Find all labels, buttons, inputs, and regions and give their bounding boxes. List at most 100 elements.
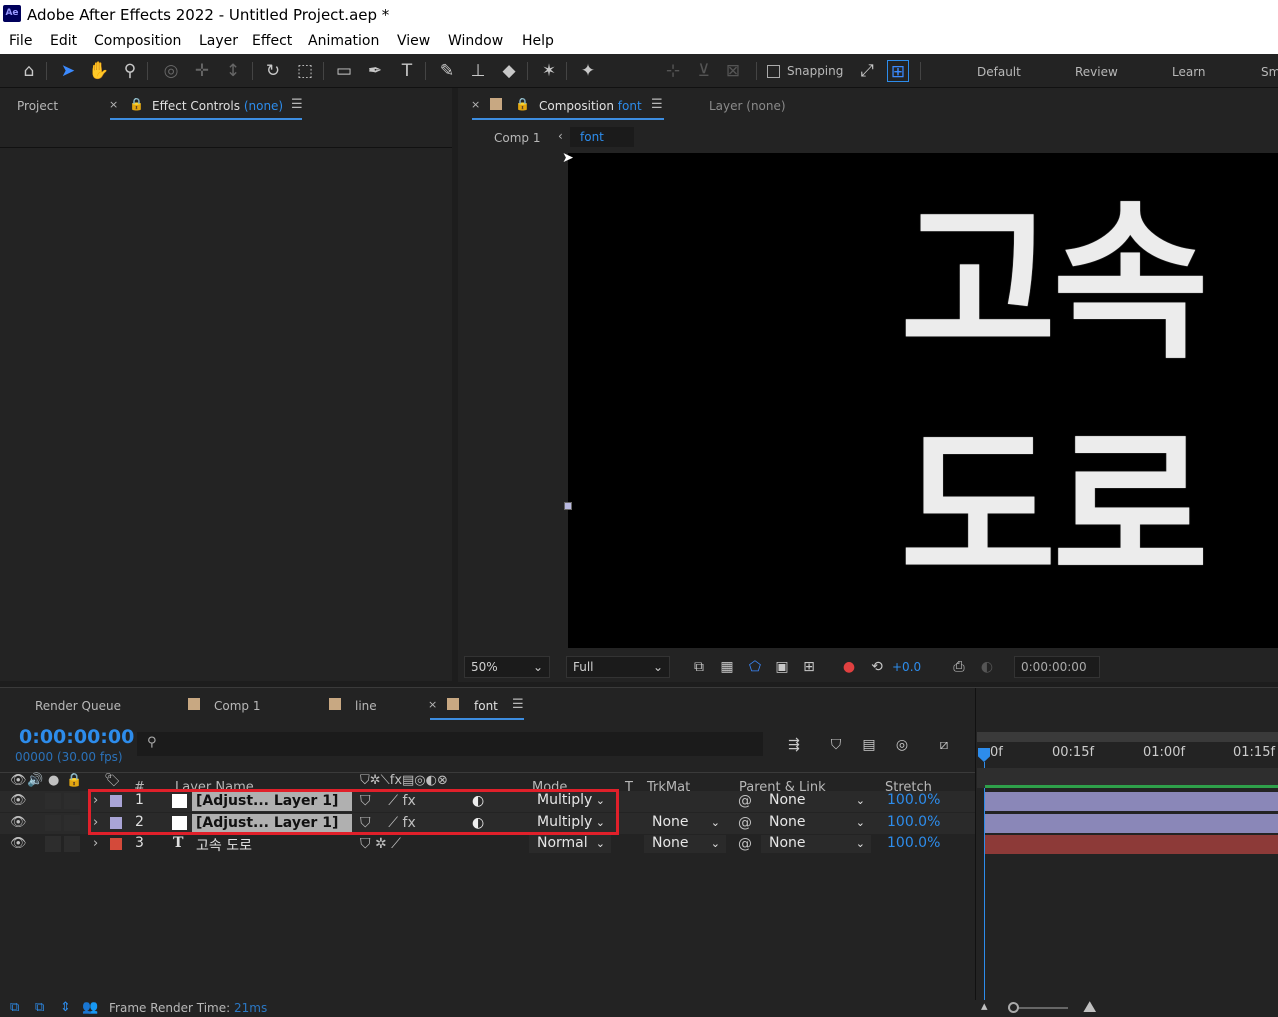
snapshot-icon[interactable]: ⎙	[950, 658, 968, 676]
trkmat-dropdown[interactable]: None ⌄	[644, 835, 726, 853]
parent-dropdown[interactable]: None ⌄	[761, 792, 871, 810]
parent-dropdown[interactable]: None ⌄	[761, 814, 871, 832]
roto-brush-icon[interactable]: ✶	[538, 60, 560, 82]
mode-dropdown[interactable]: Normal ⌄	[529, 835, 611, 853]
snap-features-icon[interactable]: ⊞	[887, 60, 909, 82]
dolly-camera-icon[interactable]: ↕	[222, 60, 244, 82]
tab-effect-controls[interactable]: Effect Controls (none)	[152, 99, 283, 113]
eraser-tool-icon[interactable]: ◆	[498, 60, 520, 82]
region-of-interest-icon[interactable]: ▣	[773, 658, 791, 676]
layer-name[interactable]: 고속 도로	[196, 835, 252, 855]
menu-view[interactable]: View	[397, 33, 430, 49]
fast-previews-icon[interactable]: ⧉	[690, 658, 708, 676]
layer-switches[interactable]: ⛉ ✲ ⟋	[360, 836, 401, 852]
menu-composition[interactable]: Composition	[94, 33, 181, 49]
work-area-bar[interactable]	[977, 732, 1278, 742]
close-icon[interactable]: ×	[471, 98, 480, 111]
transfer-controls-toggle-icon[interactable]: ⧉	[35, 1000, 44, 1015]
in-out-toggle-icon[interactable]: ⇕	[60, 1000, 71, 1015]
layer-duration-bar[interactable]	[985, 835, 1278, 854]
view-axis-icon[interactable]: ⊠	[722, 60, 744, 82]
visibility-eye-icon[interactable]: 👁	[10, 793, 27, 808]
workspace-learn[interactable]: Learn	[1172, 65, 1206, 79]
local-axis-icon[interactable]: ⊹	[662, 60, 684, 82]
pan-behind-icon[interactable]: ⬚	[294, 60, 316, 82]
home-icon[interactable]: ⌂	[18, 60, 40, 82]
frame-blending-icon[interactable]: ▤	[860, 736, 878, 754]
layer-duration-bar[interactable]	[985, 814, 1278, 833]
tab-comp1[interactable]: Comp 1	[214, 699, 260, 713]
tab-project[interactable]: Project	[17, 99, 58, 113]
selection-tool-icon[interactable]: ➤	[57, 60, 79, 82]
solo-toggle[interactable]	[45, 815, 61, 831]
brush-tool-icon[interactable]: ✎	[436, 60, 458, 82]
workspace-review[interactable]: Review	[1075, 65, 1118, 79]
zoom-tool-icon[interactable]: ⚲	[119, 60, 141, 82]
stretch-value[interactable]: 100.0%	[887, 792, 940, 808]
show-snapshot-icon[interactable]: ◐	[978, 658, 996, 676]
shy-layers-icon[interactable]: ⛉	[827, 736, 845, 754]
breadcrumb-current[interactable]: font	[570, 127, 634, 147]
rectangle-tool-icon[interactable]: ▭	[333, 60, 355, 82]
zoom-dropdown[interactable]: 50% ⌄	[464, 656, 550, 678]
table-row[interactable]: 👁 › 3 T 고속 도로 ⛉ ✲ ⟋ Normal ⌄ None ⌄ @ None…	[0, 834, 975, 855]
world-axis-icon[interactable]: ⊻	[693, 60, 715, 82]
lock-icon[interactable]: 🔒	[129, 97, 144, 111]
menu-file[interactable]: File	[9, 33, 32, 49]
grid-guides-icon[interactable]: ⊞	[800, 658, 818, 676]
pen-tool-icon[interactable]: ✒	[364, 60, 386, 82]
composition-viewer[interactable]: 고속 도로	[568, 153, 1278, 648]
menu-help[interactable]: Help	[522, 33, 554, 49]
zoom-in-icon[interactable]: ⛰	[1083, 997, 1096, 1017]
resolution-dropdown[interactable]: Full ⌄	[566, 656, 670, 678]
mask-visibility-icon[interactable]: ⬠	[746, 658, 764, 676]
snap-edges-icon[interactable]: ⤢	[856, 60, 878, 82]
panel-menu-icon[interactable]: ☰	[651, 97, 663, 112]
menu-layer[interactable]: Layer	[199, 33, 238, 49]
pan-camera-icon[interactable]: ✛	[191, 60, 213, 82]
pick-whip-icon[interactable]: @	[738, 793, 752, 809]
search-input[interactable]: ⚲	[137, 732, 763, 756]
clone-stamp-icon[interactable]: ⊥	[467, 60, 489, 82]
tab-layer[interactable]: Layer (none)	[709, 99, 786, 113]
tab-render-queue[interactable]: Render Queue	[35, 699, 121, 713]
workspace-default[interactable]: Default	[977, 65, 1021, 79]
trkmat-dropdown[interactable]: None ⌄	[644, 814, 726, 832]
solo-toggle[interactable]	[45, 793, 61, 809]
puppet-pin-icon[interactable]: ✦	[577, 60, 599, 82]
workspace-small-screen[interactable]: Sm	[1261, 65, 1278, 79]
pick-whip-icon[interactable]: @	[738, 836, 752, 852]
hand-tool-icon[interactable]: ✋	[88, 60, 110, 82]
lock-toggle[interactable]	[64, 836, 80, 852]
type-tool-icon[interactable]: T	[396, 60, 418, 82]
stretch-value[interactable]: 100.0%	[887, 835, 940, 851]
close-icon[interactable]: ×	[109, 98, 118, 111]
lock-toggle[interactable]	[64, 815, 80, 831]
playhead-handle[interactable]	[978, 748, 990, 762]
snapping-checkbox[interactable]	[767, 65, 780, 78]
timeline-zoom-handle[interactable]	[1008, 1002, 1019, 1013]
current-time-display[interactable]: 0:00:00:00	[1014, 656, 1100, 678]
menu-edit[interactable]: Edit	[50, 33, 77, 49]
lock-toggle[interactable]	[64, 793, 80, 809]
exposure-value[interactable]: +0.0	[892, 660, 921, 674]
parent-dropdown[interactable]: None ⌄	[761, 835, 871, 853]
tab-font[interactable]: font	[474, 699, 498, 713]
visibility-eye-icon[interactable]: 👁	[10, 815, 27, 830]
motion-blur-icon[interactable]: ◎	[893, 736, 911, 754]
label-color[interactable]	[110, 838, 122, 850]
visibility-eye-icon[interactable]: 👁	[10, 836, 27, 851]
zoom-out-icon[interactable]: ▴	[981, 999, 988, 1014]
panel-menu-icon[interactable]: ☰	[512, 697, 524, 712]
menu-effect[interactable]: Effect	[252, 33, 292, 49]
breadcrumb-comp1[interactable]: Comp 1	[494, 131, 540, 145]
menu-animation[interactable]: Animation	[308, 33, 379, 49]
render-time-icon[interactable]: 👥	[82, 1000, 98, 1015]
panel-menu-icon[interactable]: ☰	[291, 97, 303, 112]
close-icon[interactable]: ×	[428, 698, 437, 711]
pick-whip-icon[interactable]: @	[738, 815, 752, 831]
menu-window[interactable]: Window	[448, 33, 503, 49]
stretch-value[interactable]: 100.0%	[887, 814, 940, 830]
rotation-tool-icon[interactable]: ↻	[262, 60, 284, 82]
layer-switches-toggle-icon[interactable]: ⧉	[10, 1000, 19, 1015]
